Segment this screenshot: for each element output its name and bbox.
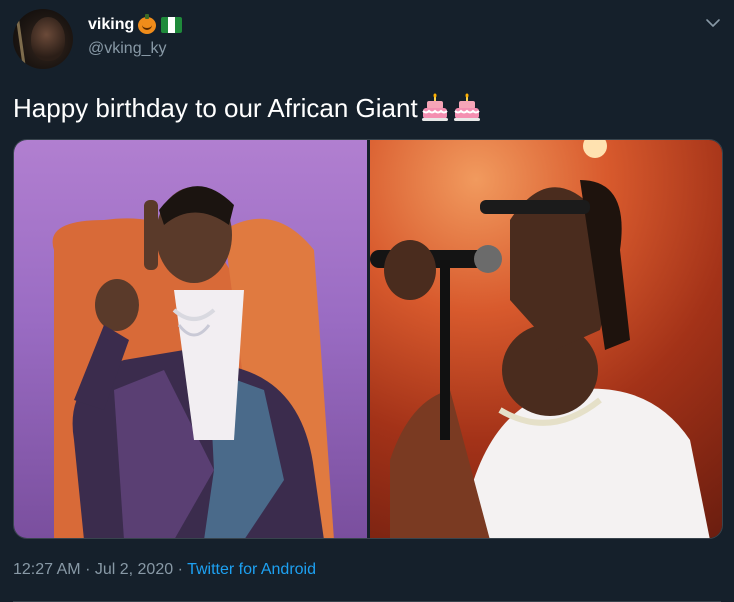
avatar[interactable] xyxy=(13,9,73,69)
display-name[interactable]: viking xyxy=(88,15,134,35)
meta-separator: · xyxy=(85,561,91,578)
chevron-down-icon[interactable] xyxy=(704,14,722,32)
jack-o-lantern-icon xyxy=(138,13,157,34)
media-grid xyxy=(13,139,723,539)
meta-separator: · xyxy=(177,561,183,578)
author-name-row[interactable]: viking xyxy=(88,13,183,35)
tweet-text-block: Happy birthday to our African Giant xyxy=(13,92,482,124)
birthday-cake-icon xyxy=(421,93,448,121)
avatar-detail xyxy=(15,15,26,65)
tweet-photo-1[interactable] xyxy=(14,140,367,538)
tweet-meta: 12:27 AM · Jul 2, 2020 · Twitter for And… xyxy=(13,561,316,579)
tweet-photo-2[interactable] xyxy=(370,140,722,538)
tweet-text: Happy birthday to our African Giant xyxy=(13,93,418,123)
photo-1-illustration xyxy=(52,186,334,538)
tweet-source-link[interactable]: Twitter for Android xyxy=(187,561,316,578)
nigeria-flag-icon xyxy=(161,17,183,33)
photo-2-illustration xyxy=(370,140,710,538)
tweet-time[interactable]: 12:27 AM xyxy=(13,561,81,578)
avatar-face xyxy=(31,17,65,61)
tweet-date[interactable]: Jul 2, 2020 xyxy=(95,561,173,578)
birthday-cake-icon xyxy=(453,93,480,121)
user-handle[interactable]: @vking_ky xyxy=(88,40,167,58)
